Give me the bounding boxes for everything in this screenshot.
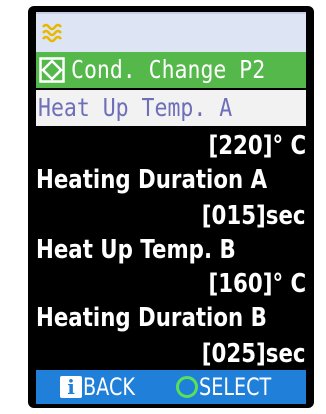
back-button[interactable]: i BACK: [60, 370, 148, 404]
info-icon: i: [60, 376, 82, 398]
menu-item-label: Heat Up Temp. A: [38, 93, 233, 122]
value-text: [025]sec: [202, 339, 306, 369]
value-heat-up-temp-a: [220]° C: [36, 128, 306, 164]
lcd-screen: Cond. Change P2 Heat Up Temp. A [220]° C…: [28, 6, 314, 408]
title-bar: [36, 12, 306, 52]
select-button[interactable]: SELECT: [176, 370, 289, 404]
heater-coil-icon: [40, 21, 66, 45]
menu-item-heat-up-temp-b[interactable]: Heat Up Temp. B: [36, 232, 306, 268]
diamond-circle-icon: [39, 57, 65, 83]
menu-item-heating-duration-a[interactable]: Heating Duration A: [36, 162, 306, 198]
circle-icon: [176, 376, 198, 398]
soft-key-bar: i BACK SELECT: [36, 370, 306, 404]
value-heating-duration-b: [025]sec: [36, 336, 306, 372]
menu-item-heating-duration-b[interactable]: Heating Duration B: [36, 300, 306, 336]
menu-item-label: Heating Duration B: [36, 303, 267, 333]
menu-item-label: Heating Duration A: [36, 165, 268, 195]
value-heat-up-temp-b: [160]° C: [36, 266, 306, 302]
value-heating-duration-a: [015]sec: [36, 198, 306, 234]
value-text: [160]° C: [208, 269, 306, 299]
select-label: SELECT: [199, 373, 272, 401]
device-frame: Cond. Change P2 Heat Up Temp. A [220]° C…: [0, 0, 326, 414]
menu-title: Cond. Change P2: [71, 55, 266, 84]
menu-item-heat-up-temp-a[interactable]: Heat Up Temp. A: [36, 90, 306, 126]
back-label: BACK: [83, 373, 135, 401]
value-text: [015]sec: [202, 201, 306, 231]
value-text: [220]° C: [208, 131, 306, 161]
menu-item-label: Heat Up Temp. B: [36, 235, 236, 265]
menu-header: Cond. Change P2: [36, 52, 306, 88]
